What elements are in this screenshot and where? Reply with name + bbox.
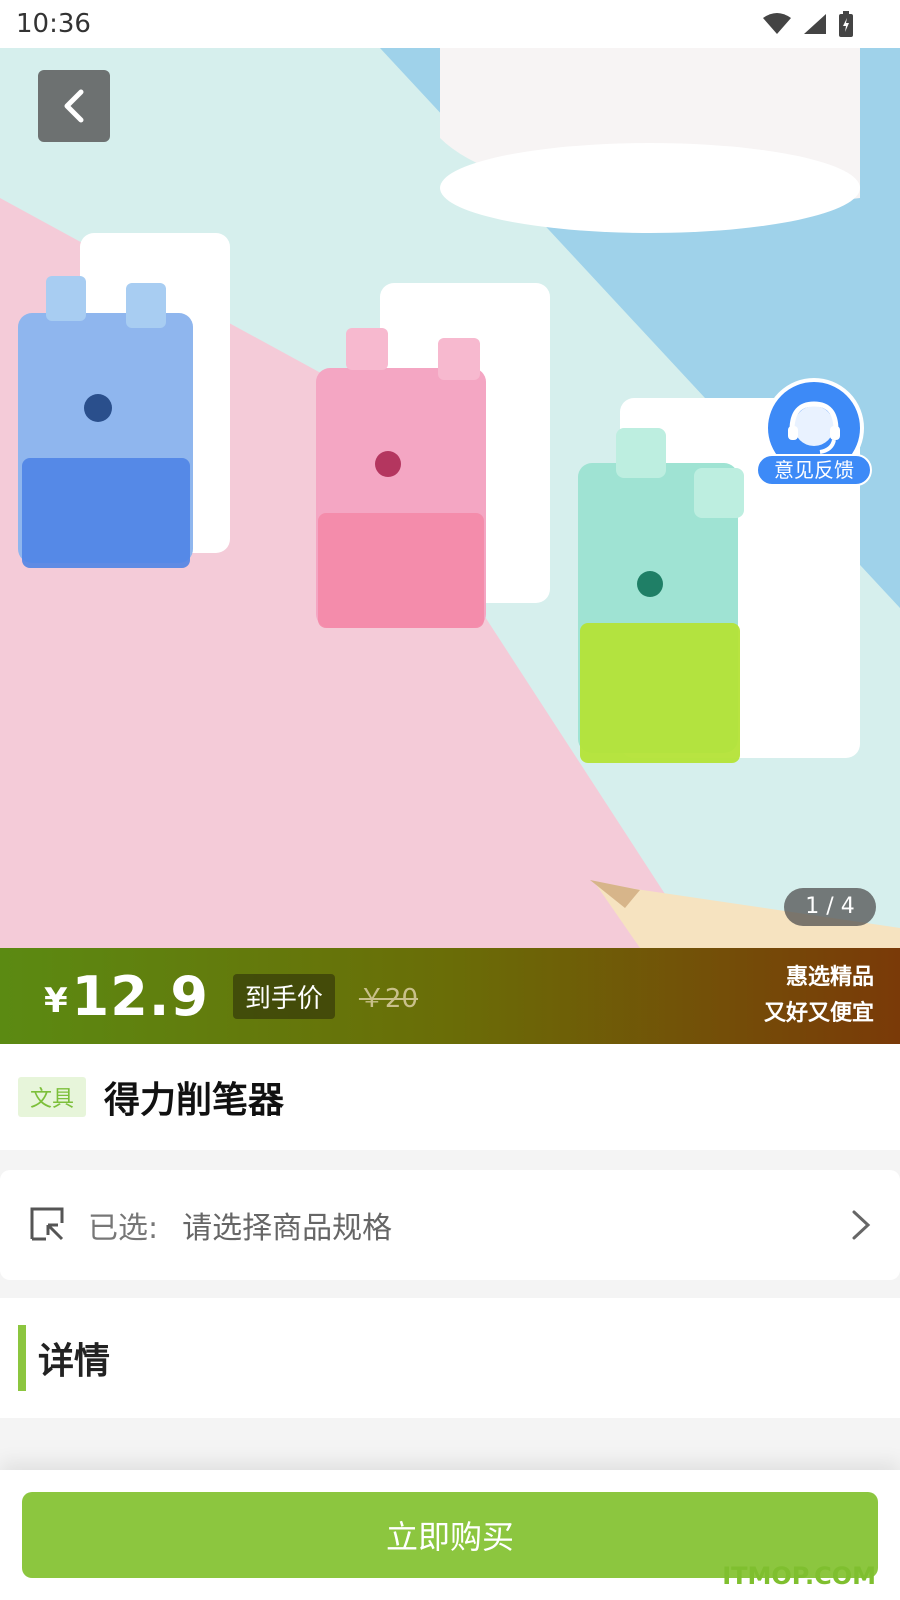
details-accent-bar [18,1325,26,1391]
select-cursor-icon [30,1207,64,1241]
status-icons [762,11,854,37]
original-price: ￥20 [358,983,419,1014]
back-button[interactable] [38,70,110,142]
customer-service-icon [788,401,840,454]
feedback-label: 意见反馈 [756,454,872,486]
watermark: ITMOP.COM [722,1562,876,1590]
product-image-carousel[interactable]: 意见反馈 1 / 4 [0,48,900,948]
feedback-button[interactable]: 意见反馈 [756,378,872,494]
details-title: 详情 [38,1341,111,1382]
chevron-right-icon [852,1210,871,1240]
page-indicator: 1 / 4 [784,888,876,926]
signal-icon [804,14,826,34]
product-title-card: 文具 得力削笔器 [0,1044,900,1150]
final-price-tag: 到手价 [232,973,335,1019]
details-section-header: 详情 [0,1298,900,1418]
wifi-icon [763,13,791,34]
promo-line-1: 惠选精品 [785,965,874,990]
bottom-action-panel: 立即购买 ITMOP.COM [0,1470,900,1600]
spec-selector[interactable]: 已选: 请选择商品规格 [0,1170,900,1280]
price-symbol: ¥ [44,981,68,1021]
battery-icon [839,11,853,37]
spec-label: 已选: [88,1211,159,1246]
promo-text: 惠选精品 又好又便宜 [764,960,874,1032]
price-bar: ¥ 12.9 到手价 ￥20 惠选精品 又好又便宜 [0,948,900,1044]
product-title: 得力削笔器 [104,1080,285,1121]
status-bar: 10:36 [0,0,900,48]
category-tag: 文具 [18,1077,87,1117]
promo-line-2: 又好又便宜 [763,1001,874,1026]
price-value: 12.9 [71,964,209,1028]
status-time: 10:36 [16,9,91,39]
chevron-left-icon [64,89,84,123]
product-photo [0,48,900,948]
spec-value: 请选择商品规格 [182,1211,393,1246]
